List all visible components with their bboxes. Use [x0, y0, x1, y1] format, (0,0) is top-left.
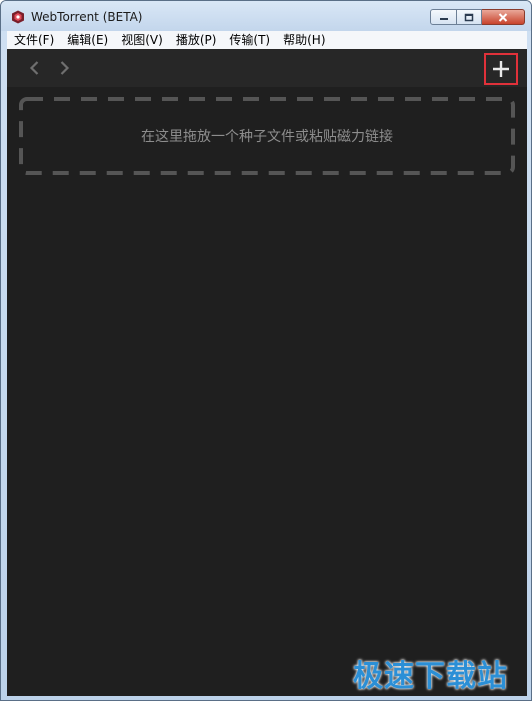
webtorrent-logo-icon [12, 10, 24, 24]
window-controls [430, 9, 525, 27]
menu-view[interactable]: 视图(V) [114, 31, 169, 49]
app-window: WebTorrent (BETA) 文件(F) 编辑(E) 视图(V) 播放(P… [0, 0, 532, 701]
watermark: 极速下载站 [353, 659, 508, 694]
menu-edit[interactable]: 编辑(E) [60, 31, 114, 49]
maximize-icon [464, 13, 474, 21]
window-title: WebTorrent (BETA) [31, 10, 143, 24]
minimize-icon [439, 18, 448, 20]
close-button[interactable] [482, 9, 525, 25]
menu-bar: 文件(F) 编辑(E) 视图(V) 播放(P) 传输(T) 帮助(H) [7, 31, 527, 49]
chevron-left-icon[interactable] [25, 58, 45, 78]
title-bar[interactable]: WebTorrent (BETA) [1, 1, 531, 31]
torrent-drop-zone[interactable]: 在这里拖放一个种子文件或粘贴磁力链接 [19, 97, 515, 175]
chevron-right-icon[interactable] [54, 58, 74, 78]
menu-help[interactable]: 帮助(H) [276, 31, 331, 49]
toolbar [7, 49, 527, 87]
plus-icon [493, 61, 509, 77]
app-content: 在这里拖放一个种子文件或粘贴磁力链接 [7, 49, 527, 696]
close-icon [498, 12, 508, 22]
add-torrent-button[interactable] [484, 53, 518, 85]
menu-playback[interactable]: 播放(P) [169, 31, 223, 49]
drop-zone-hint: 在这里拖放一个种子文件或粘贴磁力链接 [141, 129, 393, 145]
menu-file[interactable]: 文件(F) [7, 31, 60, 49]
maximize-button[interactable] [457, 9, 482, 25]
menu-transfers[interactable]: 传输(T) [222, 31, 276, 49]
minimize-button[interactable] [430, 9, 457, 25]
